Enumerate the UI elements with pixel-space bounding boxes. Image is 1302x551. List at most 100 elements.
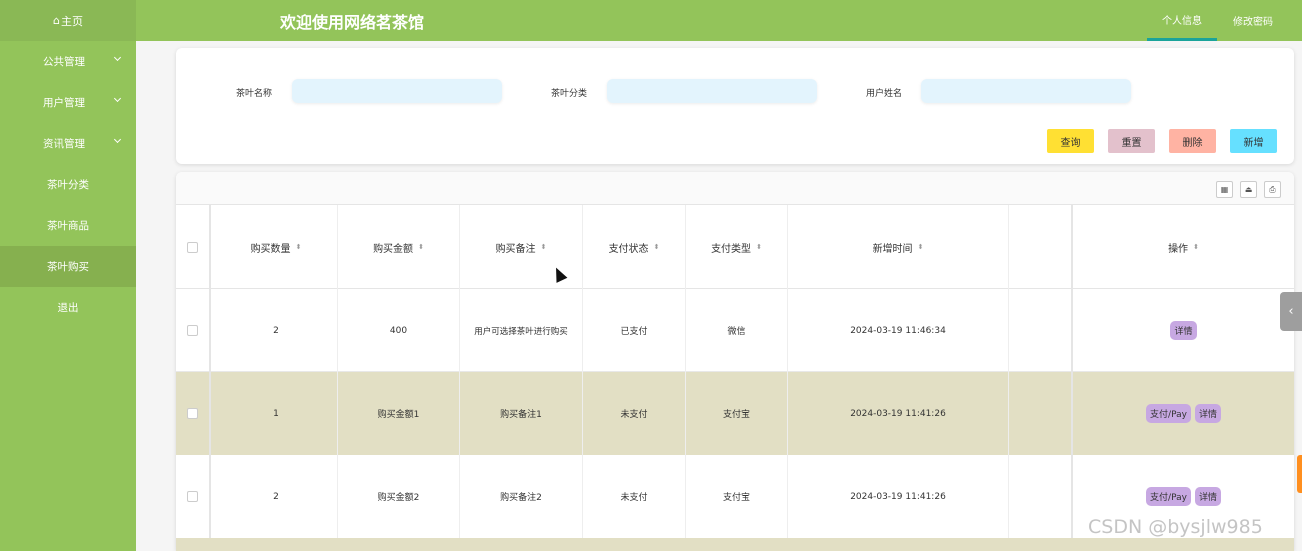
sidebar-item-label: 用户管理 bbox=[43, 97, 85, 109]
query-button[interactable]: 查询 bbox=[1047, 129, 1094, 153]
user-name-label: 用户姓名 bbox=[866, 89, 903, 99]
sidebar-item-label: 茶叶分类 bbox=[47, 179, 89, 191]
cell-type: 支付宝 bbox=[686, 372, 788, 455]
sidebar-item-logout[interactable]: 退出 bbox=[0, 287, 136, 328]
cell-qty: 2 bbox=[215, 455, 338, 538]
sidebar-item-tea-products[interactable]: 茶叶商品 bbox=[0, 205, 136, 246]
cell-extra bbox=[1009, 289, 1073, 372]
header-label: 购买数量 bbox=[250, 243, 291, 255]
header-checkbox-cell bbox=[176, 205, 211, 289]
row-checkbox[interactable] bbox=[187, 408, 198, 419]
add-button[interactable]: 新增 bbox=[1230, 129, 1277, 153]
cell-time: 2024-03-19 11:46:34 bbox=[788, 289, 1009, 372]
pay-button[interactable]: 支付/Pay bbox=[1146, 487, 1191, 506]
reset-button[interactable]: 重置 bbox=[1108, 129, 1155, 153]
sidebar-item-public[interactable]: 公共管理 bbox=[0, 41, 136, 82]
delete-button[interactable]: 删除 bbox=[1169, 129, 1216, 153]
cell-note: 购买备注1 bbox=[460, 372, 583, 455]
sort-icon[interactable]: ⬍ bbox=[418, 243, 424, 251]
header-label: 购买备注 bbox=[495, 243, 536, 255]
detail-button[interactable]: 详情 bbox=[1194, 404, 1221, 423]
cell-status: 未支付 bbox=[583, 372, 686, 455]
sort-icon[interactable]: ⬍ bbox=[918, 243, 924, 251]
nav-profile[interactable]: 个人信息 bbox=[1147, 0, 1217, 41]
tea-category-input[interactable] bbox=[607, 79, 817, 103]
user-name-input[interactable] bbox=[921, 79, 1131, 103]
header-time[interactable]: 新增时间 ⬍ bbox=[788, 205, 1009, 289]
watermark: CSDN @bysjlw985 bbox=[1088, 516, 1263, 538]
cell-qty: 2 bbox=[215, 289, 338, 372]
row-checkbox[interactable] bbox=[187, 325, 198, 336]
cell-extra bbox=[1009, 372, 1073, 455]
sidebar-item-tea-category[interactable]: 茶叶分类 bbox=[0, 164, 136, 205]
cell-amount: 400 bbox=[338, 289, 460, 372]
row-checkbox-cell bbox=[176, 372, 211, 455]
sort-icon[interactable]: ⬍ bbox=[541, 243, 547, 251]
header-qty[interactable]: 购买数量 ⬍ bbox=[215, 205, 338, 289]
floating-tab[interactable] bbox=[1297, 455, 1302, 493]
cell-extra bbox=[1009, 455, 1073, 538]
chevron-down-icon bbox=[113, 53, 122, 62]
sort-icon[interactable]: ⬍ bbox=[654, 243, 660, 251]
header-type[interactable]: 支付类型 ⬍ bbox=[686, 205, 788, 289]
sidebar-item-tea-purchase[interactable]: 茶叶购买 bbox=[0, 246, 136, 287]
columns-icon[interactable]: ▦ bbox=[1216, 181, 1233, 198]
header-label: 支付类型 bbox=[711, 243, 752, 255]
row-checkbox-cell bbox=[176, 289, 211, 372]
detail-button[interactable]: 详情 bbox=[1170, 321, 1197, 340]
chevron-down-icon bbox=[113, 94, 122, 103]
tea-name-input[interactable] bbox=[292, 79, 502, 103]
sort-icon[interactable]: ⬍ bbox=[1193, 243, 1199, 251]
cell-amount: 购买金额1 bbox=[338, 372, 460, 455]
tea-name-label: 茶叶名称 bbox=[236, 89, 273, 99]
sidebar-item-label: 资讯管理 bbox=[43, 138, 85, 150]
cell-amount: 购买金额2 bbox=[338, 455, 460, 538]
print-icon[interactable]: ⎙ bbox=[1264, 181, 1281, 198]
sidebar-item-label: 退出 bbox=[57, 302, 79, 314]
sort-icon[interactable]: ⬍ bbox=[296, 243, 302, 251]
home-link[interactable]: ⌂ 主页 bbox=[0, 0, 136, 41]
header-amount[interactable]: 购买金额 ⬍ bbox=[338, 205, 460, 289]
sidebar-item-label: 茶叶购买 bbox=[47, 261, 89, 273]
sort-icon[interactable]: ⬍ bbox=[756, 243, 762, 251]
page-title: 欢迎使用网络茗茶馆 bbox=[280, 13, 425, 32]
select-all-checkbox[interactable] bbox=[187, 241, 198, 253]
pay-button[interactable]: 支付/Pay bbox=[1146, 404, 1191, 423]
cell-status: 已支付 bbox=[583, 289, 686, 372]
cell-time: 2024-03-19 11:41:26 bbox=[788, 372, 1009, 455]
sidebar-item-news[interactable]: 资讯管理 bbox=[0, 123, 136, 164]
header-label: 购买金额 bbox=[373, 243, 414, 255]
cell-time: 2024-03-19 11:41:26 bbox=[788, 455, 1009, 538]
cell-type: 微信 bbox=[686, 289, 788, 372]
cell-status: 未支付 bbox=[583, 455, 686, 538]
cell-actions: 支付/Pay 详情 bbox=[1073, 372, 1294, 455]
sidebar: 公共管理 用户管理 资讯管理 茶叶分类 茶叶商品 茶叶购买 退出 bbox=[0, 41, 136, 551]
cell-qty: 1 bbox=[215, 372, 338, 455]
cell-note: 购买备注2 bbox=[460, 455, 583, 538]
export-icon[interactable]: ⏏ bbox=[1240, 181, 1257, 198]
home-label: 主页 bbox=[60, 14, 83, 28]
header-label: 支付状态 bbox=[608, 243, 649, 255]
detail-button[interactable]: 详情 bbox=[1194, 487, 1221, 506]
chevron-left-icon[interactable]: ‹ bbox=[1280, 292, 1302, 331]
sidebar-item-label: 公共管理 bbox=[43, 56, 85, 68]
top-header: ⌂ 主页 欢迎使用网络茗茶馆 个人信息 修改密码 bbox=[0, 0, 1302, 41]
cell-note: 用户可选择茶叶进行购买 bbox=[460, 289, 583, 372]
nav-change-password[interactable]: 修改密码 bbox=[1225, 0, 1281, 41]
chevron-down-icon bbox=[113, 135, 122, 144]
row-checkbox[interactable] bbox=[187, 491, 198, 502]
header-extra bbox=[1009, 205, 1073, 289]
sidebar-item-label: 茶叶商品 bbox=[47, 220, 89, 232]
cell-type: 支付宝 bbox=[686, 455, 788, 538]
header-label: 新增时间 bbox=[872, 243, 913, 255]
row-checkbox-cell bbox=[176, 455, 211, 538]
table-toolbar: ▦ ⏏ ⎙ bbox=[176, 172, 1294, 205]
table-row bbox=[176, 538, 1294, 551]
sidebar-item-users[interactable]: 用户管理 bbox=[0, 82, 136, 123]
header-status[interactable]: 支付状态 ⬍ bbox=[583, 205, 686, 289]
header-actions: 操作 ⬍ bbox=[1073, 205, 1294, 289]
tea-category-label: 茶叶分类 bbox=[551, 89, 588, 99]
cell-actions: 详情 bbox=[1073, 289, 1294, 372]
home-icon: ⌂ bbox=[53, 14, 60, 27]
header-label: 操作 bbox=[1168, 243, 1189, 255]
